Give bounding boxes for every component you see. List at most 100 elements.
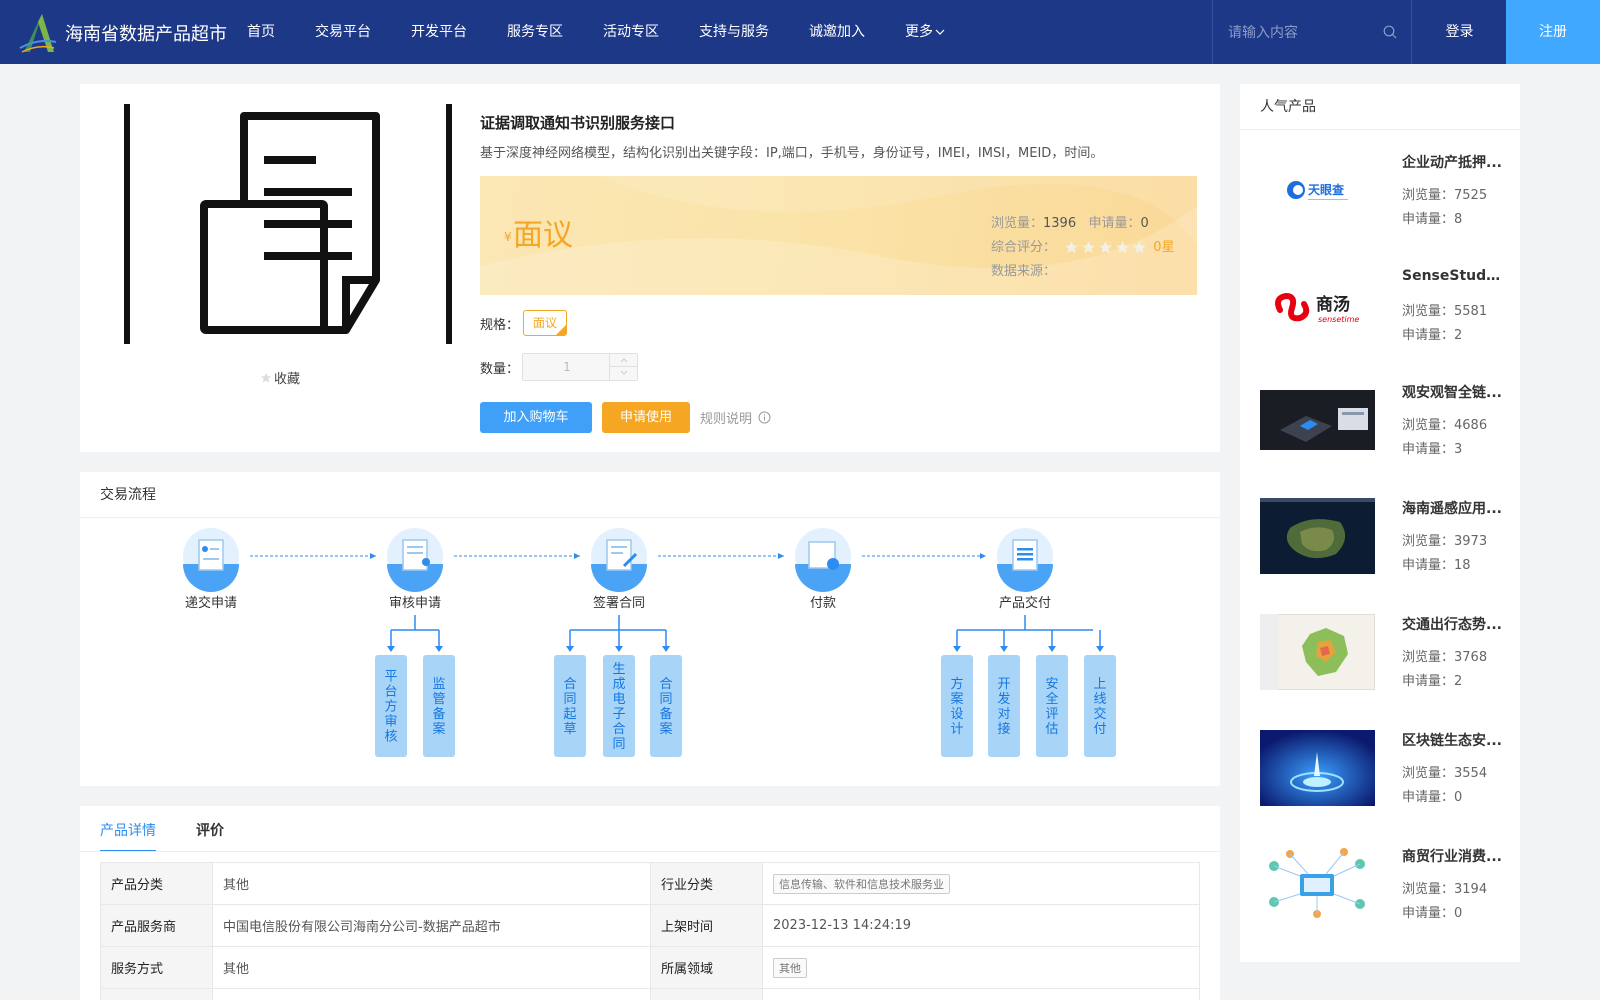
- star-outline-icon: [260, 372, 272, 383]
- apply-value: 8: [1454, 212, 1463, 227]
- sub-step-label: 合同备案: [659, 677, 672, 737]
- sub-step-char: 上: [1093, 677, 1106, 692]
- search-icon[interactable]: [1383, 25, 1397, 39]
- sub-step-char: 交: [1093, 706, 1106, 722]
- detail-value: 中国电信股份有限公司海南分公司-数据产品超市: [212, 904, 651, 947]
- tab-product-detail[interactable]: 产品详情: [100, 820, 156, 852]
- nav-service[interactable]: 服务专区: [507, 0, 563, 64]
- sub-step-label: 生成电子合同: [612, 662, 625, 752]
- sub-step-char: 备: [659, 706, 672, 722]
- nav-activity[interactable]: 活动专区: [603, 0, 659, 64]
- popular-item[interactable]: 海南遥感应用... 浏览量：3973 申请量：18: [1260, 498, 1510, 594]
- apply-label: 申请量：: [1402, 790, 1455, 805]
- nav-more[interactable]: 更多: [905, 0, 945, 64]
- popular-item-apply: 申请量：3: [1402, 438, 1462, 457]
- chevron-up-icon: [620, 358, 628, 363]
- sub-step-char: 案: [950, 692, 963, 707]
- views-label: 浏览量：: [1402, 882, 1455, 897]
- step-label-sign: 签署合同: [593, 595, 645, 611]
- source-label: 数据来源：: [991, 264, 1057, 279]
- popular-item[interactable]: 区块链生态安... 浏览量：3554 申请量：0: [1260, 730, 1510, 826]
- stats-row-counts: 浏览量：1396 申请量：0: [991, 212, 1175, 236]
- price-panel: ¥ 面议 浏览量：1396 申请量：0 综合评分： 0星 数据来源：: [480, 176, 1197, 295]
- views-label: 浏览量：: [1402, 766, 1455, 781]
- industry-tag: 信息传输、软件和信息技术服务业: [773, 873, 950, 894]
- sub-step-label: 开发对接: [997, 677, 1010, 737]
- rules-link[interactable]: 规则说明: [700, 408, 771, 427]
- step-icon-sign: [591, 528, 647, 592]
- popular-item-apply: 申请量：18: [1402, 554, 1471, 573]
- apply-label: 申请量：: [1402, 328, 1455, 343]
- flow-diagram: 递交申请 审核申请 签署合同 付款 产品交付 平台方审核监管备案合同起草生成电子…: [183, 528, 1116, 757]
- rating-star-icon: [1116, 241, 1130, 254]
- sub-step-char: 草: [563, 722, 576, 737]
- detail-key: [650, 988, 763, 1000]
- login-button[interactable]: 登录: [1412, 0, 1507, 64]
- apply-value: 0: [1140, 216, 1149, 231]
- step-icon-review: [387, 528, 443, 592]
- detail-value: [762, 988, 1200, 1000]
- popular-item-name: 区块链生态安...: [1402, 733, 1502, 749]
- popular-item-views: 浏览量：3768: [1402, 646, 1487, 665]
- nav-support[interactable]: 支持与服务: [699, 0, 769, 64]
- spec-option[interactable]: 面议: [523, 310, 567, 336]
- step-label-pay: 付款: [810, 596, 836, 611]
- thumb-logo-text: 天眼查: [1308, 182, 1345, 197]
- sub-step-char: 同: [659, 692, 672, 707]
- popular-item-views: 浏览量：5581: [1402, 300, 1487, 319]
- popular-item-views: 浏览量：3194: [1402, 878, 1487, 897]
- detail-table: 产品分类 其他 行业分类 信息传输、软件和信息技术服务业 产品服务商 中国电信股…: [100, 862, 1200, 1000]
- logo-icon[interactable]: [18, 12, 58, 54]
- sub-step-char: 审: [384, 715, 397, 730]
- nav-more-label: 更多: [905, 24, 933, 40]
- sub-step-label: 平台方审核: [384, 670, 397, 745]
- favorite-button[interactable]: 收藏: [260, 368, 300, 387]
- detail-value: 2023-12-13 14:24:19: [762, 904, 1200, 947]
- popular-item-apply: 申请量：0: [1402, 786, 1462, 805]
- popular-item-name: 交通出行态势...: [1402, 617, 1502, 633]
- sub-step-char: 发: [997, 691, 1010, 707]
- popular-item-name: 海南遥感应用...: [1402, 501, 1502, 517]
- domain-tag: 其他: [773, 957, 807, 978]
- rating-stars: [1064, 240, 1149, 255]
- views-label: 浏览量：: [1402, 304, 1455, 319]
- nav-trade[interactable]: 交易平台: [315, 0, 371, 64]
- popular-item-views: 浏览量：4686: [1402, 414, 1487, 433]
- brand-name[interactable]: 海南省数据产品超市: [65, 20, 227, 46]
- quantity-up-button[interactable]: [609, 354, 637, 367]
- apply-value: 18: [1454, 558, 1471, 573]
- register-button[interactable]: 注册: [1506, 0, 1600, 64]
- search-input[interactable]: [1228, 22, 1368, 44]
- sub-step-char: 估: [1045, 722, 1058, 737]
- apply-label: 申请量：: [1402, 906, 1455, 921]
- views-label: 浏览量：: [1402, 188, 1455, 203]
- popular-item-name: 观安观智全链...: [1402, 385, 1502, 401]
- tab-review[interactable]: 评价: [196, 820, 224, 850]
- info-icon: [758, 411, 771, 424]
- popular-item[interactable]: 交通出行态势... 浏览量：3768 申请量：2: [1260, 614, 1510, 710]
- sub-step-char: 线: [1093, 692, 1106, 707]
- popular-item[interactable]: 商汤 sensetime SenseStudio... 浏览量：5581 申请量…: [1260, 268, 1510, 364]
- nav-dev[interactable]: 开发平台: [411, 0, 467, 64]
- nav-join[interactable]: 诚邀加入: [809, 0, 865, 64]
- sub-step-char: 同: [563, 692, 576, 707]
- table-row: 服务方式 其他 所属领域 其他: [100, 946, 1200, 989]
- sub-step-char: 合: [659, 677, 672, 692]
- quantity-down-button[interactable]: [609, 367, 637, 380]
- nav-home[interactable]: 首页: [247, 0, 275, 64]
- apply-label: 申请量：: [1402, 558, 1455, 573]
- rating-label: 综合评分：: [991, 240, 1057, 255]
- views-value: 3768: [1454, 650, 1488, 665]
- popular-item[interactable]: 观安观智全链... 浏览量：4686 申请量：3: [1260, 382, 1510, 478]
- apply-use-button[interactable]: 申请使用: [602, 402, 690, 433]
- sub-step-char: 方: [384, 699, 397, 715]
- rating-text: 0星: [1153, 240, 1175, 255]
- apply-value: 3: [1454, 442, 1463, 457]
- product-description: 基于深度神经网络模型，结构化识别出关键字段：IP,端口，手机号，身份证号，IME…: [480, 146, 1104, 161]
- transaction-flow-card: 交易流程 递交申请 审核申请 签署合同 付款 产品交付 平台方审核 监管备案 合…: [80, 472, 1220, 786]
- add-to-cart-button[interactable]: 加入购物车: [480, 402, 592, 433]
- step-icon-deliver: [997, 528, 1053, 592]
- popular-item[interactable]: 商贸行业消费... 浏览量：3194 申请量：0: [1260, 846, 1510, 942]
- popular-item[interactable]: 天眼查 企业动产抵押... 浏览量：7525 申请量：8: [1260, 152, 1510, 248]
- quantity-input[interactable]: 1: [523, 354, 611, 380]
